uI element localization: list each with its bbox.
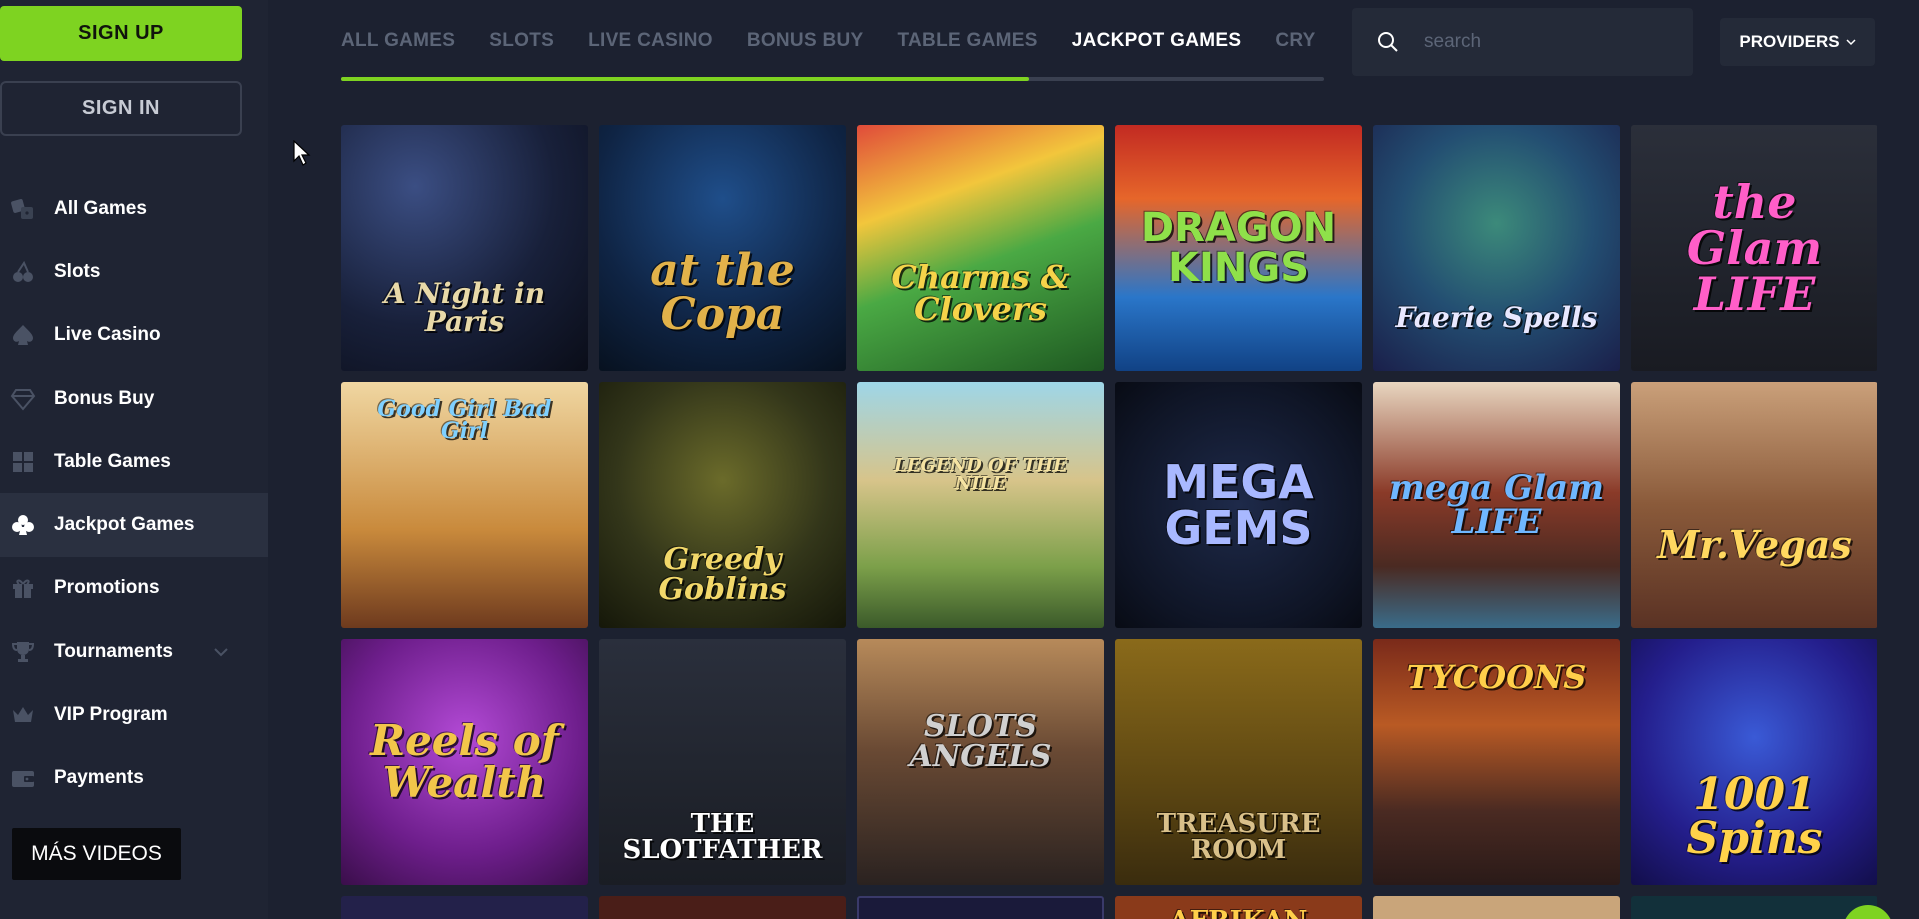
sidebar-item-label: Bonus Buy	[54, 387, 155, 409]
tabs-scrollbar[interactable]	[341, 77, 1324, 81]
game-tile[interactable]: A Night in Paris	[341, 125, 588, 371]
game-title: DRAGON KINGS	[1140, 205, 1337, 291]
chevron-down-icon	[1846, 39, 1856, 46]
sidebar-item-label: Table Games	[54, 450, 171, 472]
tab-bonus-buy[interactable]: BONUS BUY	[747, 30, 864, 52]
sidebar-item-label: Jackpot Games	[54, 514, 195, 536]
sidebar-nav: All Games Slots Live Casino Bonus Buy Ta…	[0, 177, 268, 810]
trophy-icon	[11, 641, 35, 662]
tab-all-games[interactable]: ALL GAMES	[341, 30, 455, 52]
tabs-scrollbar-thumb[interactable]	[341, 77, 1030, 81]
game-title: Reels of Wealth	[370, 716, 559, 807]
game-tile[interactable]: DRAGON KINGS	[1115, 125, 1362, 371]
game-tile[interactable]: the Glam LIFE	[1631, 125, 1877, 371]
game-tile[interactable]	[1373, 896, 1620, 919]
game-tile[interactable]: Mr.Vegas	[1631, 382, 1877, 628]
mouse-cursor-icon	[293, 140, 311, 166]
cherries-icon	[13, 260, 33, 282]
sidebar-item-slots[interactable]: Slots	[0, 240, 268, 303]
game-title: at the Copa	[650, 245, 795, 340]
game-title: TREASURE ROOM	[1156, 809, 1321, 865]
diamond-icon	[10, 388, 36, 411]
game-title: mega Glam LIFE	[1388, 468, 1605, 542]
game-title: Mr.Vegas	[1657, 522, 1852, 567]
tab-table-games[interactable]: TABLE GAMES	[898, 30, 1038, 52]
grid-icon	[13, 451, 33, 472]
game-tile[interactable]: at the Copa	[599, 125, 846, 371]
game-tile[interactable]	[599, 896, 846, 919]
club-icon	[12, 515, 34, 536]
game-tile[interactable]: LEGEND OF THE NILE	[857, 382, 1104, 628]
sidebar-item-tournaments[interactable]: Tournaments	[0, 620, 268, 683]
game-tile[interactable]: TYCOONS	[1373, 639, 1620, 885]
game-tile[interactable]: AFRIKAN	[1115, 896, 1362, 919]
game-title: the Glam LIFE	[1686, 175, 1823, 321]
sidebar-item-label: Slots	[54, 260, 101, 282]
game-tile[interactable]	[1631, 896, 1877, 919]
game-tile[interactable]: Faerie Spells	[1373, 125, 1620, 371]
game-title: A Night in Paris	[383, 277, 546, 338]
sidebar-item-label: Promotions	[54, 577, 160, 599]
mas-videos-badge[interactable]: MÁS VIDEOS	[12, 828, 181, 880]
gift-icon	[13, 579, 33, 599]
game-title: 1001 Spins	[1686, 769, 1823, 864]
tab-slots[interactable]: SLOTS	[489, 30, 554, 52]
game-title: MEGA GEMS	[1163, 455, 1314, 555]
casino-app: SIGN UP SIGN IN All Games Slots Live Cas…	[0, 0, 1919, 919]
game-tile[interactable]: Good Girl Bad Girl	[341, 382, 588, 628]
tab-live-casino[interactable]: LIVE CASINO	[588, 30, 713, 52]
game-title: Good Girl Bad Girl	[377, 396, 552, 444]
category-tabs: ALL GAMES SLOTS LIVE CASINO BONUS BUY TA…	[341, 0, 1324, 82]
crown-icon	[13, 707, 33, 723]
wallet-icon	[12, 771, 34, 788]
game-title: Faerie Spells	[1395, 301, 1598, 334]
game-title: TYCOONS	[1406, 658, 1587, 696]
game-grid: A Night in Paris at the Copa Charms & Cl…	[341, 125, 1877, 919]
sidebar: SIGN UP SIGN IN All Games Slots Live Cas…	[0, 0, 268, 919]
game-tile[interactable]: Charms & Clovers	[857, 125, 1104, 371]
search-icon	[1378, 32, 1398, 52]
sidebar-item-payments[interactable]: Payments	[0, 747, 268, 810]
search-box	[1352, 8, 1693, 76]
sidebar-item-bonus-buy[interactable]: Bonus Buy	[0, 367, 268, 430]
tab-jackpot-games[interactable]: JACKPOT GAMES	[1072, 30, 1242, 52]
game-title: SLOTS ANGELS	[909, 709, 1052, 774]
dice-icon	[11, 198, 33, 219]
sidebar-item-jackpot-games[interactable]: Jackpot Games	[0, 493, 268, 557]
sidebar-item-label: All Games	[54, 197, 147, 219]
game-tile[interactable]: MEGA GEMS	[1115, 382, 1362, 628]
sidebar-item-label: Payments	[54, 767, 144, 789]
search-input[interactable]	[1424, 22, 1674, 62]
game-tile[interactable]: TREASURE ROOM	[1115, 639, 1362, 885]
tab-crypto[interactable]: CRY	[1275, 30, 1315, 52]
sidebar-item-table-games[interactable]: Table Games	[0, 430, 268, 493]
sidebar-item-live-casino[interactable]: Live Casino	[0, 304, 268, 367]
game-tile[interactable]: mega Glam LIFE	[1373, 382, 1620, 628]
game-title: Greedy Goblins	[658, 542, 787, 607]
sign-in-button[interactable]: SIGN IN	[0, 81, 242, 136]
game-title: LEGEND OF THE NILE	[894, 455, 1067, 494]
providers-dropdown[interactable]: PROVIDERS	[1720, 18, 1875, 66]
sidebar-item-vip-program[interactable]: VIP Program	[0, 683, 268, 746]
game-tile[interactable]	[341, 896, 588, 919]
game-tile[interactable]: SLOTS ANGELS	[857, 639, 1104, 885]
chevron-down-icon[interactable]	[212, 643, 230, 661]
sidebar-item-label: VIP Program	[54, 704, 168, 726]
game-title: THE SLOTFATHER	[622, 809, 823, 865]
sidebar-item-promotions[interactable]: Promotions	[0, 557, 268, 620]
game-tile[interactable]	[857, 896, 1104, 919]
game-tile[interactable]: 1001 Spins	[1631, 639, 1877, 885]
game-title: AFRIKAN	[1170, 908, 1308, 919]
providers-label: PROVIDERS	[1739, 32, 1840, 51]
game-tile[interactable]: Greedy Goblins	[599, 382, 846, 628]
sidebar-item-label: Live Casino	[54, 324, 161, 346]
spade-icon	[13, 325, 33, 346]
game-tile[interactable]: Reels of Wealth	[341, 639, 588, 885]
game-title: Charms & Clovers	[891, 258, 1070, 328]
sidebar-item-all-games[interactable]: All Games	[0, 177, 268, 240]
sidebar-item-label: Tournaments	[54, 640, 173, 662]
sign-up-button[interactable]: SIGN UP	[0, 6, 242, 61]
game-tile[interactable]: THE SLOTFATHER	[599, 639, 846, 885]
